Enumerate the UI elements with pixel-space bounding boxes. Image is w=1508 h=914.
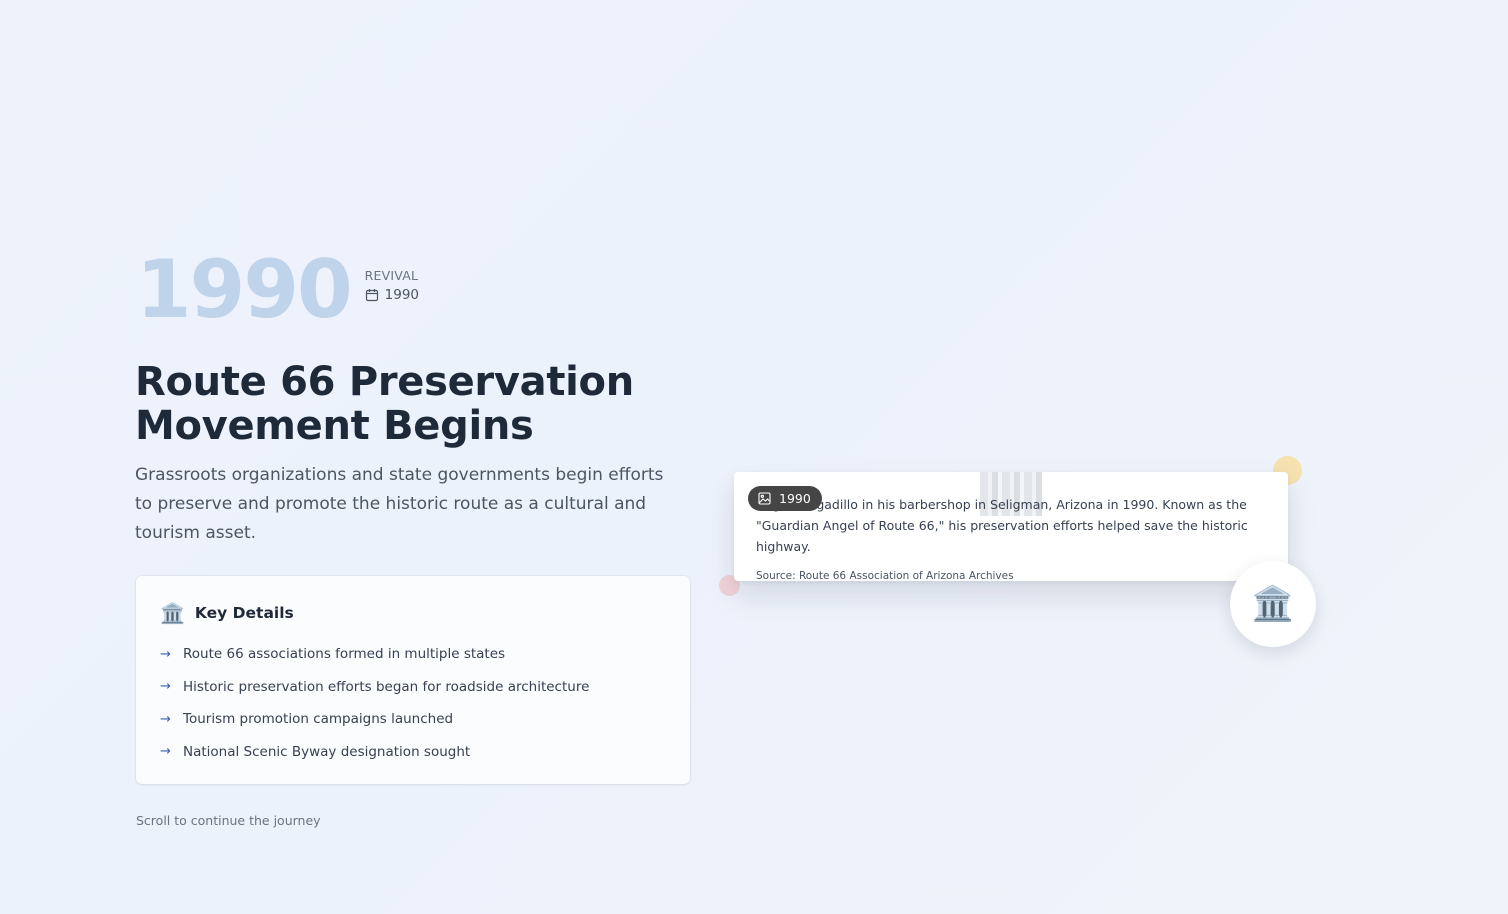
list-item: → Route 66 associations formed in multip… bbox=[160, 638, 666, 671]
list-item-label: Route 66 associations formed in multiple… bbox=[183, 646, 506, 663]
list-item-label: Historic preservation efforts began for … bbox=[183, 678, 590, 695]
year-header: 1990 REVIVAL 1990 bbox=[136, 250, 419, 330]
arrow-right-icon: → bbox=[160, 679, 171, 695]
source-text: Source: Route 66 Association of Arizona … bbox=[756, 570, 1014, 582]
key-details-header: 🏛️ Key Details bbox=[160, 602, 666, 624]
key-details-heading: Key Details bbox=[194, 604, 294, 622]
era-meta: REVIVAL 1990 bbox=[365, 268, 419, 303]
scroll-hint: Scroll to continue the journey bbox=[136, 813, 321, 828]
calendar-icon bbox=[365, 289, 378, 302]
key-details-list: → Route 66 associations formed in multip… bbox=[160, 638, 666, 768]
list-item-label: National Scenic Byway designation sought bbox=[183, 743, 471, 760]
list-item: → Tourism promotion campaigns launched bbox=[160, 703, 666, 736]
arrow-right-icon: → bbox=[160, 744, 171, 760]
badge-year: 1990 bbox=[779, 491, 811, 506]
list-item: → National Scenic Byway designation soug… bbox=[160, 736, 666, 769]
key-details-card: 🏛️ Key Details → Route 66 associations f… bbox=[136, 576, 690, 784]
arrow-right-icon: → bbox=[160, 646, 171, 662]
big-year: 1990 bbox=[136, 243, 353, 336]
museum-icon: 🏛️ bbox=[1251, 584, 1295, 624]
page-title: Route 66 Preservation Movement Begins bbox=[135, 359, 634, 449]
source-row: Source: Route 66 Association of Arizona … bbox=[756, 570, 1266, 582]
arrow-right-icon: → bbox=[160, 711, 171, 727]
museum-icon: 🏛️ bbox=[160, 601, 185, 625]
year-badge: 1990 bbox=[748, 486, 822, 511]
list-item: → Historic preservation efforts began fo… bbox=[160, 671, 666, 704]
era-label: REVIVAL bbox=[364, 268, 419, 283]
event-description: Grassroots organizations and state gover… bbox=[135, 465, 664, 543]
date-text: 1990 bbox=[384, 287, 420, 303]
media-caption: Angel Delgadillo in his barbershop in Se… bbox=[756, 497, 1248, 554]
list-item-label: Tourism promotion campaigns launched bbox=[183, 711, 454, 728]
image-icon bbox=[758, 492, 771, 505]
date-line: 1990 bbox=[365, 287, 419, 303]
category-badge: 🏛️ bbox=[1230, 561, 1316, 647]
